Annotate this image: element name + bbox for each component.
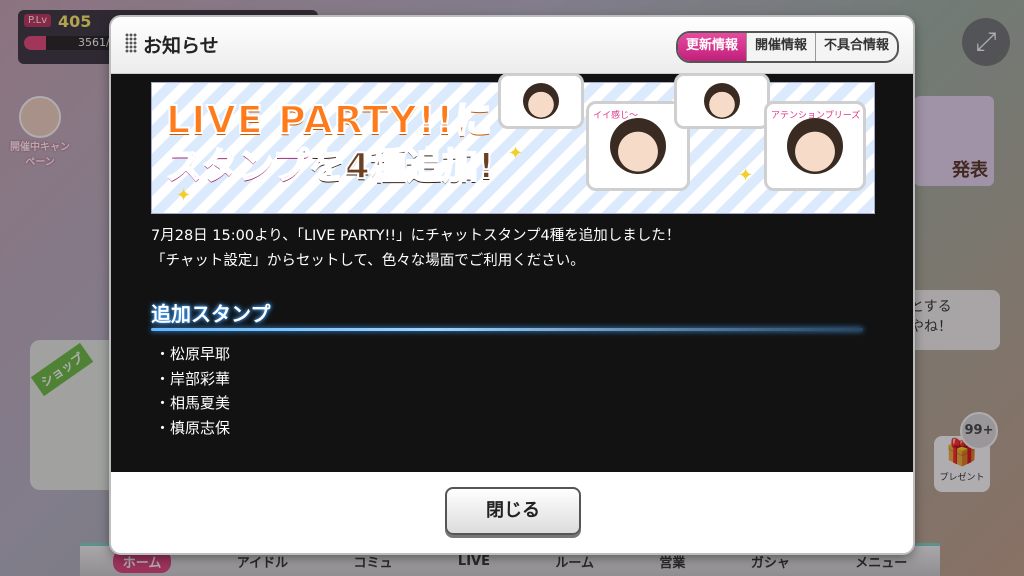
modal-header: お知らせ 更新情報 開催情報 不具合情報	[111, 17, 913, 74]
stamp-face	[704, 83, 740, 119]
stamp-face	[610, 118, 666, 174]
sparkle-icon: ✦	[738, 165, 754, 186]
modal-title: お知らせ	[143, 35, 219, 57]
modal-content[interactable]: LIVE PARTY!!に スタンプを4種追加! イイ感じ～ アテンションプリー…	[111, 74, 913, 472]
section-header: 追加スタンプ	[151, 298, 873, 338]
tab-bar: 更新情報 開催情報 不具合情報	[675, 31, 899, 63]
stamp-image: アテンションプリーズ	[764, 101, 866, 191]
notice-text: 7月28日 15:00より、「LIVE PARTY!!」にチャットスタンプ4種を…	[151, 224, 680, 274]
section-title: 追加スタンプ	[151, 302, 271, 326]
stamp-image	[498, 74, 584, 129]
banner-subheadline: スタンプを4種追加!	[165, 137, 495, 189]
tab-updates[interactable]: 更新情報	[677, 33, 746, 61]
stamp-caption: イイ感じ～	[593, 111, 639, 121]
list-item: ・松原早耶	[155, 345, 231, 363]
tab-events[interactable]: 開催情報	[745, 33, 815, 61]
section-divider	[151, 328, 863, 331]
notice-line: 「チャット設定」からセットして、色々な場面でご利用ください。	[151, 253, 585, 269]
grip-icon	[125, 33, 137, 53]
sparkle-icon: ✦	[176, 185, 192, 206]
close-button[interactable]: 閉じる	[445, 487, 581, 535]
stamp-list: ・松原早耶 ・岸部彩華 ・相馬夏美 ・槙原志保	[155, 342, 230, 440]
banner-add-text: を4種追加!	[308, 145, 495, 188]
banner-headline: LIVE PARTY!!に	[165, 97, 494, 143]
stamp-face	[787, 118, 843, 174]
modal-footer: 閉じる	[111, 473, 913, 553]
announcement-modal: お知らせ 更新情報 開催情報 不具合情報 LIVE PARTY!!に スタンプを…	[111, 17, 913, 553]
sparkle-icon: ✦	[508, 143, 524, 164]
announcement-banner: LIVE PARTY!!に スタンプを4種追加! イイ感じ～ アテンションプリー…	[151, 74, 875, 214]
list-item: ・相馬夏美	[155, 394, 231, 412]
tab-bugs[interactable]: 不具合情報	[814, 33, 897, 61]
list-item: ・岸部彩華	[155, 369, 231, 388]
banner-stamp-word: スタンプ	[165, 145, 310, 188]
stamp-caption: アテンションプリーズ	[771, 111, 861, 121]
list-item: ・槙原志保	[155, 418, 231, 437]
notice-line: 7月28日 15:00より、「LIVE PARTY!!」にチャットスタンプ4種を…	[151, 228, 681, 244]
stamp-face	[523, 83, 559, 119]
stamp-image	[674, 74, 770, 129]
